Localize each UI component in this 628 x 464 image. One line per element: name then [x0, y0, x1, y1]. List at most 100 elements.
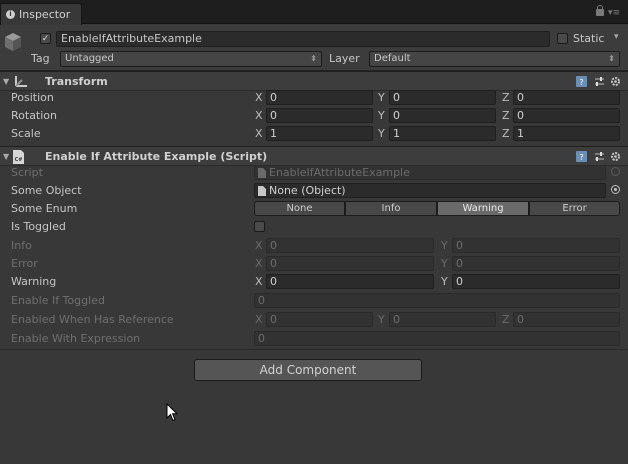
gameobject-header: ✓ EnableIfAttributeExample Static ▾ Tag …: [0, 25, 628, 71]
object-name-field[interactable]: EnableIfAttributeExample: [56, 31, 550, 47]
csharp-script-icon: C#: [13, 150, 24, 164]
enabled-when-has-reference-label: Enabled When Has Reference: [11, 313, 174, 326]
object-file-icon: [258, 186, 266, 196]
some-object-field[interactable]: None (Object): [254, 183, 606, 198]
y-axis-label: Y: [378, 91, 385, 104]
tab-bar: i Inspector ▾≡: [0, 0, 628, 25]
enable-if-toggled-field: 0: [254, 293, 620, 308]
enum-option-error[interactable]: Error: [529, 201, 620, 216]
tag-dropdown[interactable]: Untagged ⬍: [60, 51, 322, 67]
y-axis-label: Y: [378, 109, 385, 122]
script-label: Script: [11, 166, 43, 179]
info-icon: i: [6, 10, 15, 19]
rotation-label: Rotation: [11, 109, 58, 122]
info-x-field: 0: [266, 238, 434, 253]
enum-option-warning[interactable]: Warning: [437, 201, 529, 216]
some-enum-label: Some Enum: [11, 202, 78, 215]
help-book-icon[interactable]: ?: [576, 76, 587, 87]
position-x-field[interactable]: 0: [266, 90, 373, 105]
mouse-cursor-icon: [166, 403, 178, 422]
scale-z-field[interactable]: 1: [513, 126, 620, 141]
static-label: Static: [573, 32, 605, 45]
gear-icon[interactable]: [610, 151, 621, 162]
scale-label: Scale: [11, 127, 41, 140]
x-axis-label: X: [255, 91, 263, 104]
y-axis-label: Y: [441, 257, 448, 270]
object-picker-icon[interactable]: [611, 185, 620, 194]
help-book-icon[interactable]: ?: [576, 151, 587, 162]
lock-icon[interactable]: [596, 5, 604, 16]
enum-option-none[interactable]: None: [254, 201, 345, 216]
rotation-z-field[interactable]: 0: [513, 108, 620, 123]
z-axis-label: Z: [502, 127, 510, 140]
preset-sliders-icon[interactable]: [594, 76, 605, 87]
gameobject-cube-icon: [5, 33, 21, 51]
dropdown-arrow-icon: ⬍: [608, 54, 615, 63]
rotation-y-field[interactable]: 0: [389, 108, 496, 123]
y-axis-label: Y: [378, 127, 385, 140]
enum-option-info[interactable]: Info: [345, 201, 437, 216]
tag-value: Untagged: [65, 53, 114, 64]
x-axis-label: X: [255, 127, 263, 140]
warning-y-field[interactable]: 0: [452, 274, 620, 289]
x-axis-label: X: [255, 239, 263, 252]
svg-text:?: ?: [579, 153, 583, 162]
position-y-field[interactable]: 0: [389, 90, 496, 105]
error-x-field: 0: [266, 256, 434, 271]
warning-x-field[interactable]: 0: [266, 274, 434, 289]
enable-with-expression-field: 0: [254, 331, 620, 346]
add-component-button[interactable]: Add Component: [194, 359, 422, 381]
object-picker-icon: [611, 167, 620, 176]
svg-text:?: ?: [579, 78, 583, 87]
enable-if-toggled-label: Enable If Toggled: [11, 294, 105, 307]
active-checkbox[interactable]: ✓: [40, 33, 51, 44]
gear-icon[interactable]: [610, 76, 621, 87]
foldout-arrow-icon[interactable]: ▼: [3, 152, 9, 161]
is-toggled-label: Is Toggled: [11, 220, 66, 233]
scale-y-field[interactable]: 1: [389, 126, 496, 141]
x-axis-label: X: [255, 275, 263, 288]
svg-text:C#: C#: [15, 157, 23, 163]
script-component-header[interactable]: ▼ C# Enable If Attribute Example (Script…: [0, 146, 628, 166]
preset-sliders-icon[interactable]: [594, 151, 605, 162]
info-label: Info: [11, 239, 32, 252]
enabled-ref-z-field: 0: [513, 312, 620, 327]
scale-x-field[interactable]: 1: [266, 126, 373, 141]
y-axis-label: Y: [441, 239, 448, 252]
enabled-ref-x-field: 0: [266, 312, 373, 327]
transform-axis-icon: [15, 76, 27, 87]
foldout-arrow-icon[interactable]: ▼: [3, 77, 9, 86]
position-label: Position: [11, 91, 54, 104]
position-z-field[interactable]: 0: [513, 90, 620, 105]
static-dropdown-arrow-icon[interactable]: ▾: [614, 32, 619, 42]
z-axis-label: Z: [502, 91, 510, 104]
error-label: Error: [11, 257, 38, 270]
x-axis-label: X: [255, 257, 263, 270]
script-object-field: EnableIfAttributeExample: [254, 165, 606, 180]
warning-label: Warning: [11, 275, 57, 288]
tab-inspector[interactable]: i Inspector: [0, 3, 82, 25]
transform-header[interactable]: ▼ Transform ?: [0, 71, 628, 91]
layer-value: Default: [374, 53, 411, 64]
tab-label: Inspector: [19, 8, 71, 21]
x-axis-label: X: [255, 109, 263, 122]
some-object-label: Some Object: [11, 184, 82, 197]
z-axis-label: Z: [502, 109, 510, 122]
x-axis-label: X: [255, 313, 263, 326]
static-checkbox[interactable]: [557, 33, 568, 44]
y-axis-label: Y: [378, 313, 385, 326]
enable-with-expression-label: Enable With Expression: [11, 332, 141, 345]
is-toggled-checkbox[interactable]: [254, 221, 265, 232]
info-y-field: 0: [452, 238, 620, 253]
layer-dropdown[interactable]: Default ⬍: [369, 51, 620, 67]
menu-icon[interactable]: ▾≡: [608, 9, 620, 18]
some-object-value: None (Object): [269, 184, 346, 197]
y-axis-label: Y: [441, 275, 448, 288]
script-component-title: Enable If Attribute Example (Script): [45, 150, 268, 163]
script-value: EnableIfAttributeExample: [269, 166, 410, 179]
dropdown-arrow-icon: ⬍: [310, 54, 317, 63]
enabled-ref-y-field: 0: [389, 312, 496, 327]
component-divider: [0, 349, 628, 350]
rotation-x-field[interactable]: 0: [266, 108, 373, 123]
layer-label: Layer: [329, 52, 360, 65]
